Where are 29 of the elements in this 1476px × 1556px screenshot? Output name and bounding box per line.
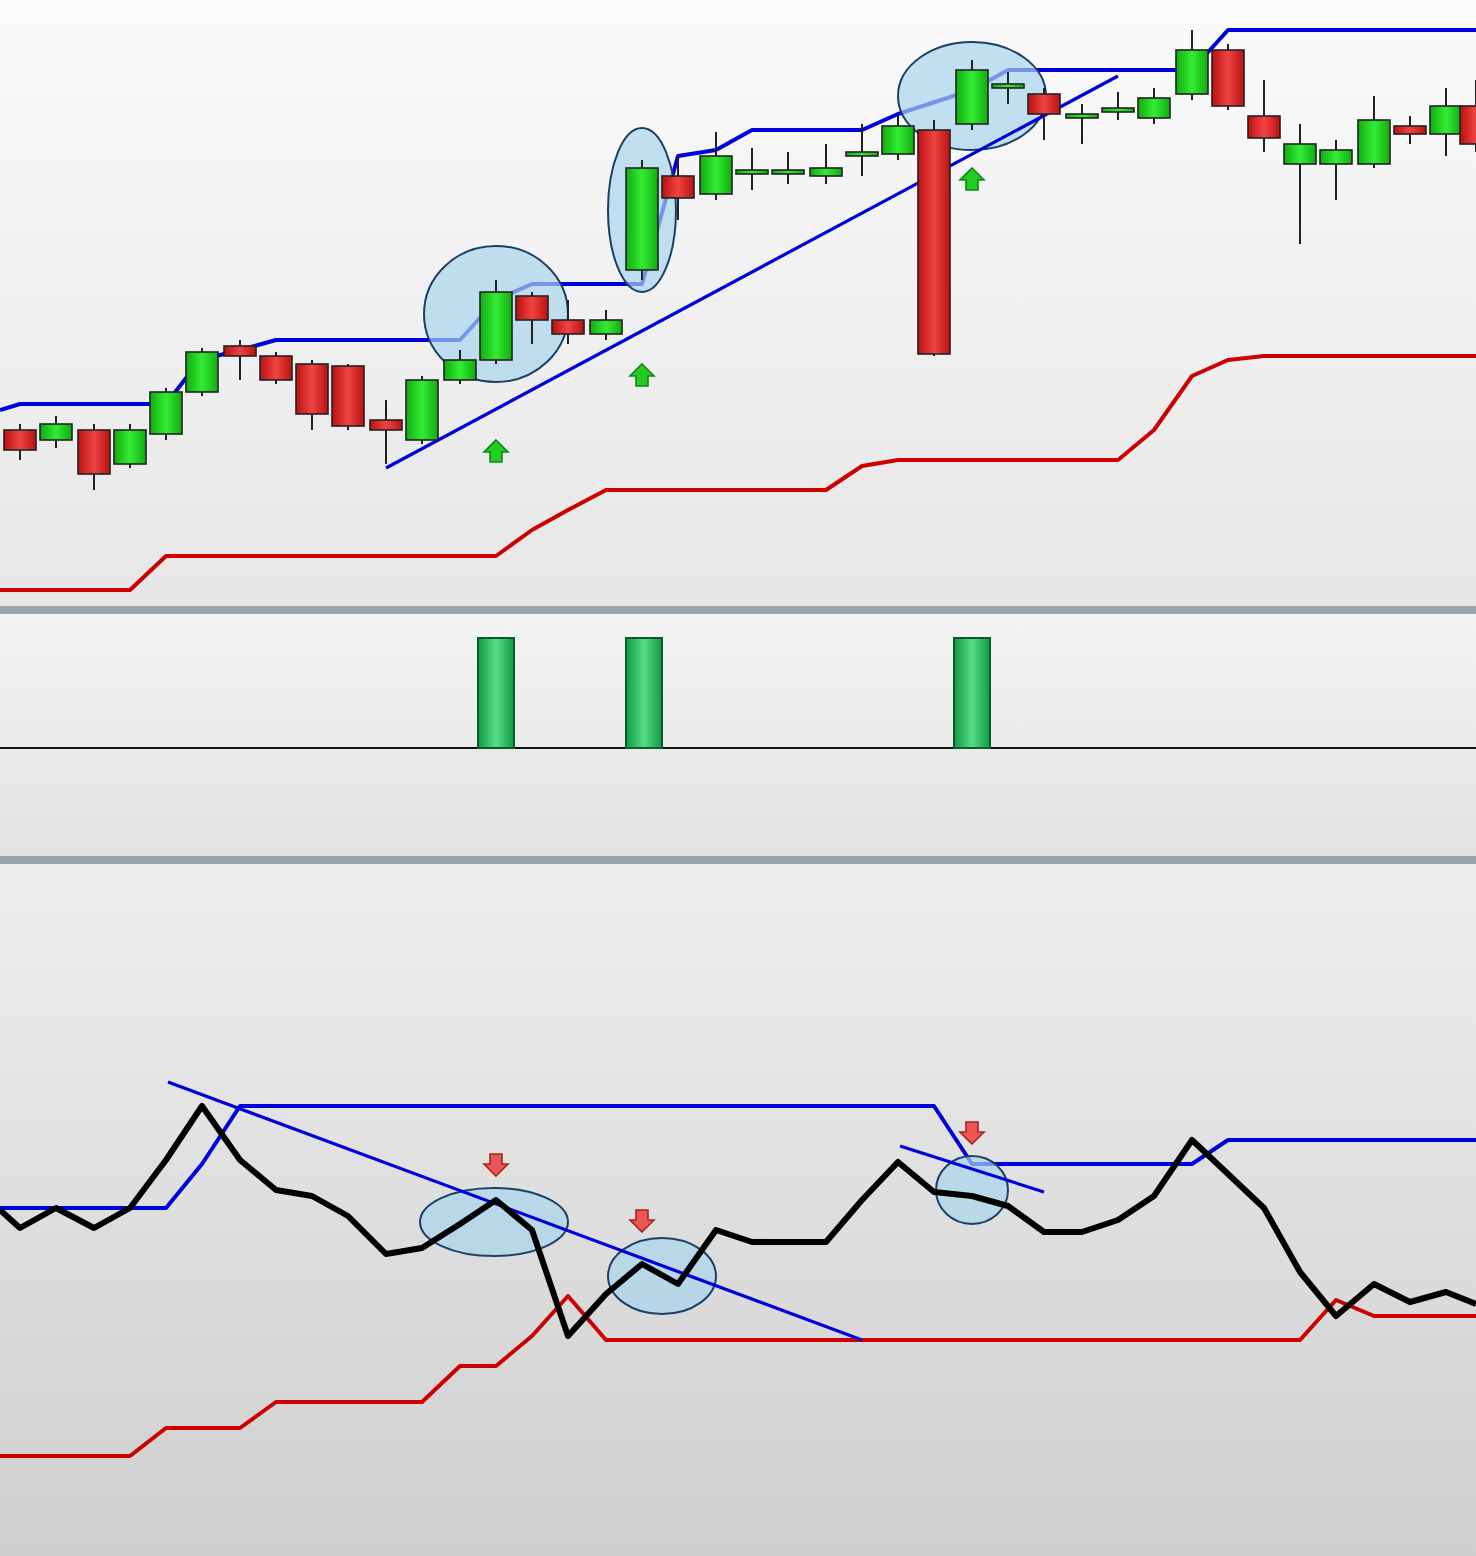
volume-bar (953, 637, 991, 749)
up-arrow-icon (628, 362, 656, 387)
candlestick (1137, 87, 1171, 125)
down-arrow-icon (628, 1209, 656, 1234)
candlestick (589, 309, 623, 341)
candlestick (331, 363, 365, 431)
candlestick (223, 339, 257, 381)
candlestick (185, 347, 219, 397)
candlestick (845, 123, 879, 177)
candlestick (1211, 43, 1245, 111)
candlestick (149, 387, 183, 441)
candlestick (369, 399, 403, 465)
volume-bar (625, 637, 663, 749)
down-arrow-icon (958, 1121, 986, 1146)
candlestick (1101, 91, 1135, 121)
up-arrow-icon (482, 438, 510, 463)
highlight-ellipse (935, 1155, 1009, 1225)
volume-bar (477, 637, 515, 749)
candlestick (1175, 29, 1209, 101)
candlestick (39, 415, 73, 449)
up-arrow-icon (958, 166, 986, 191)
candlestick (1065, 103, 1099, 145)
candlestick (771, 151, 805, 185)
candlestick (551, 299, 585, 345)
highlight-ellipse (607, 1237, 717, 1315)
candlestick (809, 143, 843, 185)
down-arrow-icon (482, 1153, 510, 1178)
candlestick (405, 375, 439, 445)
candlestick (3, 423, 37, 461)
